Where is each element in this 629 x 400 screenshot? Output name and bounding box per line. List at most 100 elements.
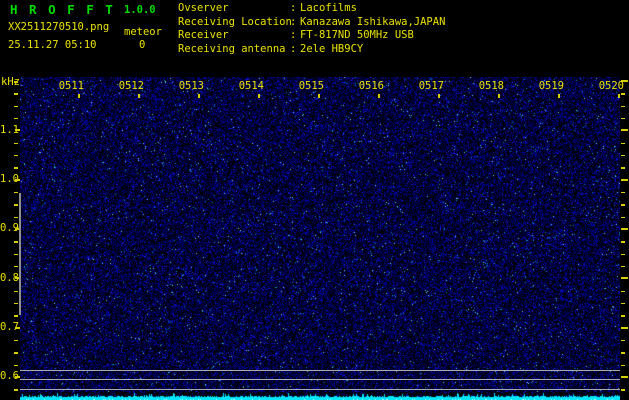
freq-minor-tick-right [621, 241, 625, 243]
freq-major-tick [15, 375, 20, 378]
time-tick-label: 0520 [598, 80, 624, 92]
freq-minor-tick-right [621, 265, 625, 268]
freq-minor-tick-right [621, 364, 625, 367]
freq-major-tick [15, 326, 20, 329]
freq-minor-tick [14, 302, 18, 305]
field-label: Receiving antenna [178, 42, 286, 55]
freq-minor-tick [14, 191, 18, 194]
freq-minor-tick-right [621, 339, 625, 342]
output-filename: XX2511270510.png [8, 21, 110, 33]
freq-minor-tick [14, 389, 18, 391]
freq-minor-tick [14, 167, 18, 169]
freq-tick-label: 1.1 [0, 123, 19, 136]
time-minute-tick [138, 94, 140, 98]
freq-minor-tick-right [621, 389, 625, 391]
field-separator: : [290, 15, 297, 28]
time-minute-tick [198, 94, 200, 98]
time-tick-label: 0514 [238, 80, 264, 92]
freq-minor-tick [14, 265, 18, 268]
freq-major-tick-right [621, 326, 628, 329]
freq-minor-tick-right [621, 105, 625, 108]
field-separator: : [290, 29, 297, 42]
freq-minor-tick [14, 142, 18, 145]
freq-minor-tick-right [621, 216, 625, 219]
count-band-marker-line [19, 193, 21, 315]
time-tick-label: 0516 [358, 80, 384, 92]
echo-count: 0 [139, 39, 146, 51]
freq-tick-label: 0.6 [0, 370, 19, 383]
header-fields: Ovserver: Lacofilms Receiving Location: Kan… [178, 0, 629, 60]
time-tick-label: 0512 [118, 80, 144, 92]
mode-label: meteor [124, 26, 162, 38]
freq-major-tick-right [621, 129, 628, 132]
time-minute-tick [438, 94, 440, 98]
field-value: FT-817ND 50MHz USB [300, 29, 414, 42]
freq-minor-tick-right [621, 142, 625, 145]
freq-minor-tick [14, 241, 18, 243]
freq-minor-tick-right [621, 93, 625, 95]
freq-minor-tick-right [621, 253, 625, 256]
freq-minor-tick [14, 352, 18, 354]
freq-tick-label: 0.7 [0, 321, 19, 334]
field-value: 2ele HB9CY [300, 42, 364, 55]
freq-minor-tick-right [621, 191, 625, 194]
freq-minor-tick-right [621, 154, 625, 157]
hrofft-window: H R O F F T 1.0.0 XX2511270510.png meteo… [0, 0, 629, 400]
time-tick-label: 0515 [298, 80, 324, 92]
field-value: Lacofilms [300, 2, 357, 14]
freq-minor-tick-right [621, 315, 625, 317]
freq-minor-tick [14, 364, 18, 367]
field-label: Receiving Location [178, 15, 292, 28]
field-value: Kanazawa Ishikawa,JAPAN [300, 15, 446, 28]
freq-major-tick-right [621, 277, 628, 280]
freq-major-tick-right [621, 375, 628, 378]
app-title: H R O F F T [10, 2, 115, 17]
time-tick-label: 0519 [538, 80, 564, 92]
app-version: 1.0.0 [124, 4, 156, 16]
freq-minor-tick [14, 339, 18, 342]
freq-minor-tick-right [621, 117, 625, 120]
timestamp: 25.11.27 05:10 [8, 39, 97, 51]
freq-minor-tick-right [621, 204, 625, 206]
time-minute-tick [498, 94, 500, 98]
freq-minor-tick [14, 290, 18, 293]
freq-minor-tick-right [621, 167, 625, 169]
freq-minor-tick [14, 253, 18, 256]
time-minute-tick [318, 94, 320, 98]
freq-major-tick-right [621, 227, 628, 230]
time-tick-label: 0517 [418, 80, 444, 92]
freq-minor-tick [14, 204, 18, 206]
freq-minor-tick [14, 315, 18, 317]
header-field-row: Ovserver: Lacofilms [178, 2, 629, 14]
freq-tick-label: 0.9 [0, 222, 19, 235]
field-separator: : [290, 2, 297, 14]
freq-tick-label: 1.0 [0, 173, 19, 186]
field-label: Receiver [178, 29, 229, 42]
signal-level-strip [20, 392, 620, 400]
freq-minor-tick [14, 216, 18, 219]
reference-line-middle [20, 379, 620, 380]
field-label: Ovserver [178, 2, 229, 14]
time-minute-tick [258, 94, 260, 98]
freq-minor-tick [14, 154, 18, 157]
header-field-row: Receiver: FT-817ND 50MHz USB [178, 29, 629, 41]
time-minute-tick [618, 94, 620, 98]
freq-minor-tick-right [621, 302, 625, 305]
freq-minor-tick [14, 81, 18, 83]
time-minute-tick [378, 94, 380, 98]
field-separator: : [290, 42, 297, 55]
time-tick-label: 0513 [178, 80, 204, 92]
header-field-row: Receiving antenna:2ele HB9CY [178, 43, 629, 55]
freq-minor-tick [14, 117, 18, 120]
reference-line-lower [20, 389, 620, 390]
freq-major-tick [15, 178, 20, 181]
freq-minor-tick-right [621, 290, 625, 293]
freq-major-tick [15, 129, 20, 132]
freq-minor-tick [14, 93, 18, 95]
freq-major-tick-right [621, 178, 628, 181]
time-tick-label: 0511 [58, 80, 84, 92]
reference-line-upper [20, 370, 620, 371]
time-minute-tick [558, 94, 560, 98]
freq-minor-tick [14, 105, 18, 108]
header-field-row: Receiving Location: Kanazawa Ishikawa,JAP… [178, 16, 629, 28]
